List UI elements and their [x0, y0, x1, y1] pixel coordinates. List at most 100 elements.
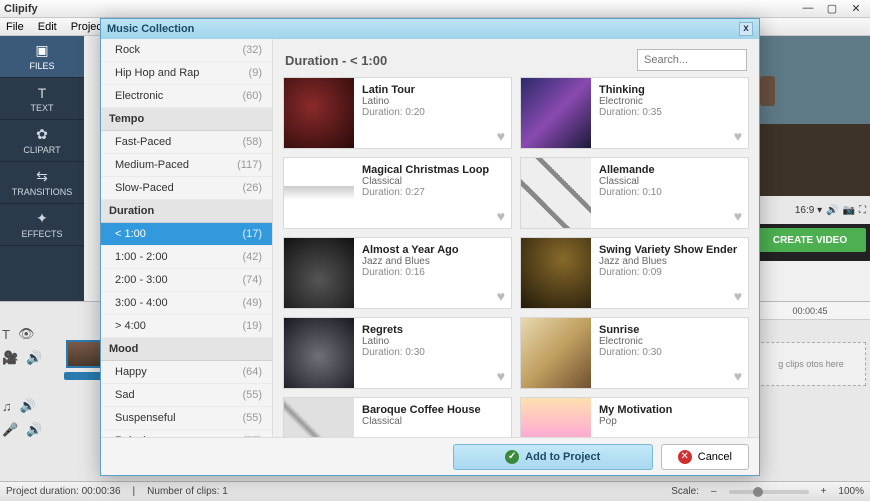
- results-panel: Duration - < 1:00 Latin TourLatinoDurati…: [273, 39, 759, 437]
- side-tab-clipart[interactable]: ✿CLIPART: [0, 120, 84, 162]
- track-genre: Electronic: [599, 96, 740, 107]
- category-item[interactable]: Hip Hop and Rap(9): [101, 62, 272, 85]
- visibility-icon[interactable]: 👁: [18, 326, 35, 342]
- effects-icon: ✦: [36, 210, 48, 227]
- side-tab-files[interactable]: ▣FILES: [0, 36, 84, 78]
- add-label: Add to Project: [525, 451, 600, 463]
- add-to-project-button[interactable]: ✓ Add to Project: [453, 444, 653, 470]
- track-card[interactable]: Latin TourLatinoDuration: 0:20♥: [283, 77, 512, 149]
- favorite-icon[interactable]: ♥: [497, 368, 505, 384]
- window-close-button[interactable]: ✕: [846, 2, 866, 15]
- track-card[interactable]: RegretsLatinoDuration: 0:30♥: [283, 317, 512, 389]
- aspect-ratio-select[interactable]: 16:9 ▾: [795, 205, 822, 216]
- track-thumbnail: [521, 78, 591, 148]
- zoom-slider[interactable]: [729, 490, 809, 494]
- dialog-close-button[interactable]: x: [739, 22, 753, 36]
- timeline-clip-thumb[interactable]: [66, 340, 102, 368]
- video-track-icon[interactable]: 🎥: [2, 350, 18, 366]
- track-duration: Duration: 0:09: [599, 267, 740, 278]
- track-thumbnail: [284, 78, 354, 148]
- category-item[interactable]: 2:00 - 3:00(74): [101, 269, 272, 292]
- category-item[interactable]: 1:00 - 2:00(42): [101, 246, 272, 269]
- voice-track-icon[interactable]: 🎤: [2, 422, 18, 438]
- side-tab-effects[interactable]: ✦EFFECTS: [0, 204, 84, 246]
- track-card[interactable]: ThinkingElectronicDuration: 0:35♥: [520, 77, 749, 149]
- category-item[interactable]: Sad(55): [101, 384, 272, 407]
- track-thumbnail: [284, 318, 354, 388]
- text-icon: T: [38, 85, 47, 101]
- window-minimize-button[interactable]: —: [798, 2, 818, 15]
- track-duration: Duration: 0:10: [599, 187, 740, 198]
- dialog-footer: ✓ Add to Project ✕ Cancel: [101, 437, 759, 475]
- category-item[interactable]: > 4:00(19): [101, 315, 272, 338]
- category-item[interactable]: Electronic(60): [101, 85, 272, 108]
- category-item[interactable]: Happy(64): [101, 361, 272, 384]
- favorite-icon[interactable]: ♥: [734, 368, 742, 384]
- track-genre: Classical: [599, 176, 740, 187]
- zoom-in-button[interactable]: +: [821, 486, 827, 497]
- clipart-icon: ✿: [36, 126, 48, 143]
- project-duration-value: 00:00:36: [82, 486, 121, 497]
- favorite-icon[interactable]: ♥: [497, 208, 505, 224]
- category-item[interactable]: Fast-Paced(58): [101, 131, 272, 154]
- music-track-icon[interactable]: ♫: [2, 399, 12, 414]
- fullscreen-icon[interactable]: ⛶: [859, 205, 866, 216]
- category-item[interactable]: 3:00 - 4:00(49): [101, 292, 272, 315]
- track-icons: T👁 🎥🔊 ♫🔊 🎤🔊: [2, 322, 62, 442]
- track-title: Thinking: [599, 84, 740, 96]
- track-title: Almost a Year Ago: [362, 244, 503, 256]
- track-card[interactable]: Baroque Coffee HouseClassical♥: [283, 397, 512, 437]
- volume-icon[interactable]: 🔊: [826, 205, 838, 216]
- clips-count-value: 1: [222, 486, 228, 497]
- track-title: Regrets: [362, 324, 503, 336]
- zoom-out-button[interactable]: –: [711, 486, 717, 497]
- favorite-icon[interactable]: ♥: [734, 128, 742, 144]
- side-tab-text[interactable]: TTEXT: [0, 78, 84, 120]
- dialog-titlebar: Music Collection x: [101, 19, 759, 39]
- menu-file[interactable]: File: [6, 21, 24, 33]
- track-genre: Classical: [362, 176, 503, 187]
- track-card[interactable]: SunriseElectronicDuration: 0:30♥: [520, 317, 749, 389]
- track-thumbnail: [284, 158, 354, 228]
- track-thumbnail: [521, 158, 591, 228]
- category-item[interactable]: Relaxing(77): [101, 430, 272, 437]
- track-mute-icon[interactable]: 🔊: [20, 398, 36, 414]
- cancel-button[interactable]: ✕ Cancel: [661, 444, 749, 470]
- track-card[interactable]: My MotivationPop♥: [520, 397, 749, 437]
- category-item[interactable]: Rock(32): [101, 39, 272, 62]
- track-card[interactable]: AllemandeClassicalDuration: 0:10♥: [520, 157, 749, 229]
- timeline-drop-hint: g clips otos here: [756, 342, 866, 386]
- snapshot-icon[interactable]: 📷: [843, 205, 855, 216]
- category-item[interactable]: < 1:00(17): [101, 223, 272, 246]
- app-name: Clipify: [4, 3, 38, 15]
- track-card[interactable]: Magical Christmas LoopClassicalDuration:…: [283, 157, 512, 229]
- track-title: Swing Variety Show Ender: [599, 244, 740, 256]
- track-mute-icon[interactable]: 🔊: [26, 422, 42, 438]
- menu-edit[interactable]: Edit: [38, 21, 57, 33]
- track-duration: Duration: 0:27: [362, 187, 503, 198]
- track-title: Sunrise: [599, 324, 740, 336]
- favorite-icon[interactable]: ♥: [497, 288, 505, 304]
- favorite-icon[interactable]: ♥: [734, 288, 742, 304]
- track-genre: Classical: [362, 416, 503, 427]
- favorite-icon[interactable]: ♥: [497, 128, 505, 144]
- category-item[interactable]: Medium-Paced(117): [101, 154, 272, 177]
- track-grid: Latin TourLatinoDuration: 0:20♥ThinkingE…: [273, 77, 759, 437]
- zoom-percent: 100%: [838, 486, 864, 497]
- text-track-icon[interactable]: T: [2, 327, 10, 342]
- window-maximize-button[interactable]: ▢: [822, 2, 842, 15]
- track-mute-icon[interactable]: 🔊: [26, 350, 42, 366]
- track-title: My Motivation: [599, 404, 740, 416]
- track-title: Magical Christmas Loop: [362, 164, 503, 176]
- category-header: Mood: [101, 338, 272, 361]
- category-item[interactable]: Suspenseful(55): [101, 407, 272, 430]
- track-card[interactable]: Swing Variety Show EnderJazz and BluesDu…: [520, 237, 749, 309]
- category-item[interactable]: Slow-Paced(26): [101, 177, 272, 200]
- track-card[interactable]: Almost a Year AgoJazz and BluesDuration:…: [283, 237, 512, 309]
- search-input[interactable]: [637, 49, 747, 71]
- category-header: Duration: [101, 200, 272, 223]
- side-tab-transitions[interactable]: ⇆TRANSITIONS: [0, 162, 84, 204]
- create-video-button[interactable]: CREATE VIDEO: [754, 228, 866, 252]
- preview-toolbar: 16:9 ▾ 🔊 📷 ⛶: [750, 196, 870, 224]
- favorite-icon[interactable]: ♥: [734, 208, 742, 224]
